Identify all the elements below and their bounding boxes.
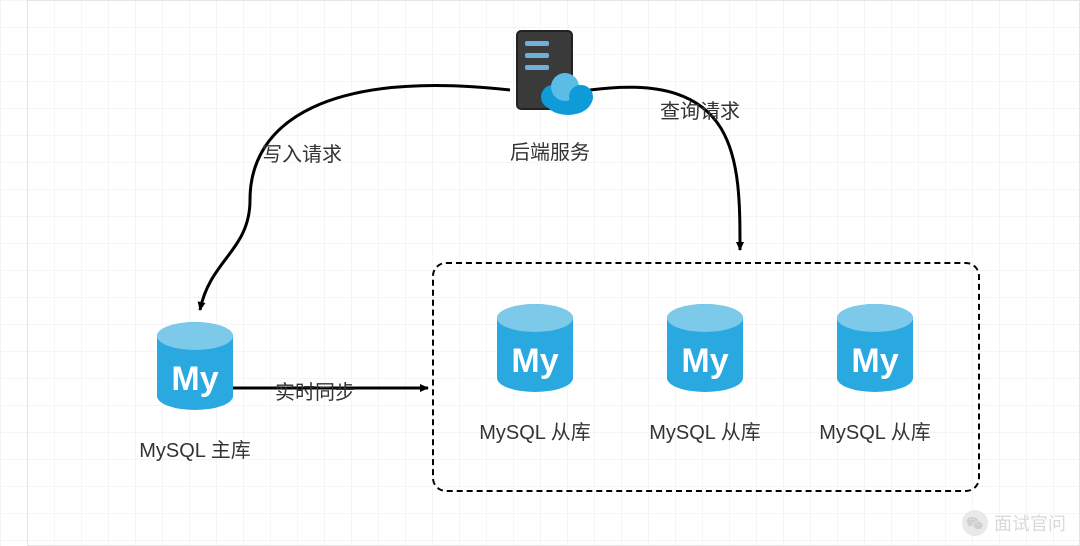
mysql-slave1-label: MySQL 从库 (460, 416, 610, 445)
edge-query-label: 查询请求 (660, 95, 740, 124)
mysql-icon: My (490, 300, 580, 410)
svg-text:My: My (511, 342, 558, 380)
backend-node: 后端服务 (495, 25, 605, 165)
mysql-icon: My (830, 300, 920, 410)
mysql-master-node: My MySQL 主库 (130, 318, 260, 463)
mysql-slave2-node: My MySQL 从库 (630, 300, 780, 445)
backend-label: 后端服务 (495, 136, 605, 165)
mysql-slave3-node: My MySQL 从库 (800, 300, 950, 445)
mysql-slave1-node: My MySQL 从库 (460, 300, 610, 445)
wechat-icon (962, 510, 988, 536)
mysql-icon: My (150, 318, 240, 428)
server-icon (495, 25, 605, 125)
edge-sync-label: 实时同步 (275, 376, 355, 405)
watermark-text: 面试官问 (994, 510, 1066, 536)
mysql-icon: My (660, 300, 750, 410)
svg-text:My: My (851, 342, 898, 380)
edge-write-label: 写入请求 (262, 138, 342, 167)
watermark: 面试官问 (962, 510, 1066, 536)
mysql-slave3-label: MySQL 从库 (800, 416, 950, 445)
svg-text:My: My (171, 360, 218, 398)
mysql-master-label: MySQL 主库 (130, 434, 260, 463)
mysql-slave2-label: MySQL 从库 (630, 416, 780, 445)
svg-text:My: My (681, 342, 728, 380)
